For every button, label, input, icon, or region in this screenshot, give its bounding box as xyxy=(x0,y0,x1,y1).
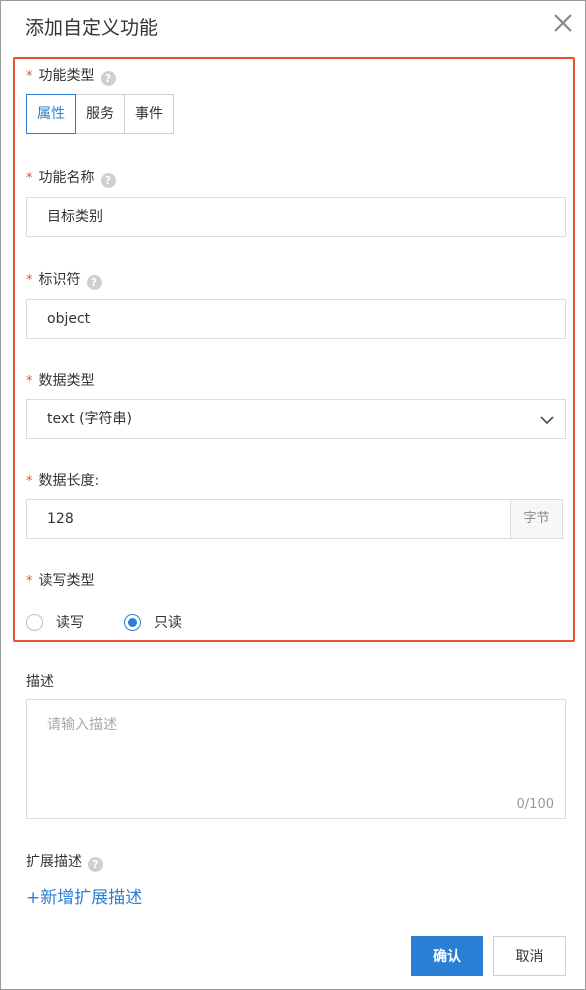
extended-description-label-text: 扩展描述 xyxy=(26,854,82,870)
function-name-label: * 功能名称? xyxy=(26,169,116,188)
required-mark: * xyxy=(26,69,33,84)
function-name-input[interactable]: 目标类别 xyxy=(26,197,566,237)
tab-property[interactable]: 属性 xyxy=(26,94,76,134)
description-textarea[interactable]: 请输入描述 0/100 xyxy=(26,699,566,819)
add-extended-description-link[interactable]: +新增扩展描述 xyxy=(26,883,142,908)
description-counter: 0/100 xyxy=(516,797,554,812)
function-name-label-text: 功能名称 xyxy=(38,170,95,186)
close-icon[interactable] xyxy=(551,11,575,35)
required-mark: * xyxy=(26,171,33,186)
identifier-input[interactable]: object xyxy=(26,299,566,339)
tab-event[interactable]: 事件 xyxy=(124,94,174,134)
description-placeholder: 请输入描述 xyxy=(47,717,117,733)
radio-read-only[interactable]: 只读 xyxy=(124,612,182,632)
radio-read-write-label: 读写 xyxy=(56,615,84,631)
required-mark: * xyxy=(26,574,33,589)
required-mark: * xyxy=(26,474,33,489)
help-icon[interactable]: ? xyxy=(100,71,116,86)
extended-description-label: 扩展描述? xyxy=(26,853,103,872)
description-label: 描述 xyxy=(26,674,54,690)
rw-type-label: * 读写类型 xyxy=(26,572,95,591)
tab-service[interactable]: 服务 xyxy=(75,94,125,134)
dialog-title: 添加自定义功能 xyxy=(25,17,159,39)
function-type-label-text: 功能类型 xyxy=(38,68,95,84)
required-mark: * xyxy=(26,273,33,288)
data-type-select[interactable]: text (字符串) xyxy=(26,399,566,439)
help-icon[interactable]: ? xyxy=(100,173,116,188)
function-type-label: * 功能类型? xyxy=(26,67,116,86)
identifier-label-text: 标识符 xyxy=(38,272,81,288)
data-length-label-text: 数据长度: xyxy=(38,473,100,489)
radio-read-only-circle[interactable] xyxy=(124,613,141,631)
cancel-button[interactable]: 取消 xyxy=(493,936,566,976)
help-icon[interactable]: ? xyxy=(86,275,102,290)
identifier-label: * 标识符? xyxy=(26,271,102,290)
help-icon[interactable]: ? xyxy=(88,857,103,872)
radio-read-only-label: 只读 xyxy=(154,615,182,631)
data-length-label: * 数据长度: xyxy=(26,472,99,491)
radio-read-write[interactable]: 读写 xyxy=(26,612,84,632)
data-length-field: 128 字节 xyxy=(26,499,563,539)
function-type-segmented: 属性 服务 事件 xyxy=(26,94,174,134)
data-length-unit: 字节 xyxy=(510,499,563,539)
data-type-label-text: 数据类型 xyxy=(38,373,95,389)
radio-read-write-circle[interactable] xyxy=(26,613,43,631)
data-type-value: text (字符串) xyxy=(47,411,133,427)
data-type-label: * 数据类型 xyxy=(26,372,95,391)
confirm-button[interactable]: 确认 xyxy=(411,936,483,976)
chevron-down-icon xyxy=(540,416,554,425)
rw-type-label-text: 读写类型 xyxy=(38,573,95,589)
add-custom-function-dialog: 添加自定义功能 * 功能类型? 属性 服务 事件 * 功能名称? 目标类别 * 标识符… xyxy=(0,0,586,990)
required-mark: * xyxy=(26,374,33,389)
data-length-input[interactable]: 128 xyxy=(26,499,510,539)
highlight-box xyxy=(13,57,575,642)
rw-type-radio-group: 读写 只读 xyxy=(26,612,222,632)
